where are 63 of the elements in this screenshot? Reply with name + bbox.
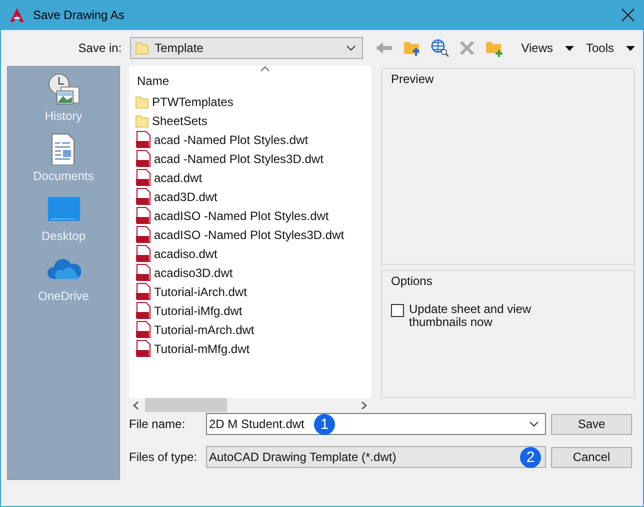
file-item[interactable]: acadISO -Named Plot Styles.dwt (135, 206, 371, 225)
app-logo-icon (9, 7, 25, 23)
chevron-down-icon (529, 421, 539, 427)
file-item[interactable]: Tutorial-mArch.dwt (135, 320, 371, 339)
file-item[interactable]: acad -Named Plot Styles3D.dwt (135, 149, 371, 168)
drawing-file-icon (135, 188, 151, 205)
drawing-file-icon (135, 245, 151, 262)
close-icon[interactable] (621, 8, 635, 22)
cancel-button[interactable]: Cancel (551, 446, 632, 468)
file-item[interactable]: acad -Named Plot Styles.dwt (135, 130, 371, 149)
file-item[interactable]: PTWTemplates (135, 92, 371, 111)
file-item[interactable]: Tutorial-mMfg.dwt (135, 339, 371, 358)
save-in-dropdown[interactable]: Template (130, 37, 364, 59)
column-header[interactable]: Name (137, 72, 371, 92)
options-title: Options (391, 274, 434, 288)
checkbox[interactable] (391, 304, 404, 317)
file-name-field[interactable]: 2D M Student.dwt 1 (206, 413, 546, 435)
history-icon (46, 73, 80, 105)
folder-up-icon[interactable] (403, 39, 422, 57)
file-item[interactable]: SheetSets (135, 111, 371, 130)
step-marker: 2 (520, 447, 541, 468)
dropdown-arrow-icon (564, 46, 574, 50)
globe-search-icon[interactable] (431, 39, 450, 57)
step-marker: 1 (314, 414, 335, 435)
toolbar-menu[interactable]: Tools (586, 41, 635, 55)
file-item[interactable]: Tutorial-iMfg.dwt (135, 301, 371, 320)
sort-caret-icon (260, 66, 270, 72)
drawing-file-icon (135, 264, 151, 281)
file-item[interactable]: Tutorial-iArch.dwt (135, 282, 371, 301)
checkbox-label: Update sheet and view thumbnails now (409, 303, 532, 329)
dropdown-arrow-icon (626, 46, 635, 50)
drawing-file-icon (135, 283, 151, 300)
file-name-label: File name: (129, 417, 186, 431)
drawing-file-icon (135, 340, 151, 357)
save-in-label: Save in: (77, 41, 123, 55)
file-item[interactable]: acad.dwt (135, 168, 371, 187)
drawing-file-icon (135, 150, 151, 167)
drawing-file-icon (135, 169, 151, 186)
drawing-file-icon (135, 302, 151, 319)
folder-icon (135, 112, 149, 128)
file-item[interactable]: acadiso.dwt (135, 244, 371, 263)
drawing-file-icon (135, 226, 151, 243)
file-type-dropdown[interactable]: AutoCAD Drawing Template (*.dwt) 2 (206, 446, 546, 468)
file-type-label: Files of type: (129, 450, 198, 464)
file-item[interactable]: acadISO -Named Plot Styles3D.dwt (135, 225, 371, 244)
file-item[interactable]: acadiso3D.dwt (135, 263, 371, 282)
toolbar-menu[interactable]: Views (521, 41, 574, 55)
folder-icon (134, 40, 149, 56)
file-list[interactable] (129, 66, 371, 412)
scrollbar-thumb[interactable] (145, 398, 227, 412)
file-item[interactable]: acad3D.dwt (135, 187, 371, 206)
drawing-file-icon (135, 321, 151, 338)
preview-title: Preview (391, 72, 435, 86)
drawing-file-icon (135, 131, 151, 148)
window-title: Save Drawing As (33, 8, 126, 22)
drawing-file-icon (135, 207, 151, 224)
scroll-right-icon[interactable] (361, 400, 367, 410)
folder-icon (135, 94, 149, 110)
scroll-left-icon[interactable] (133, 400, 139, 410)
chevron-down-icon (346, 45, 356, 51)
save-in-value: Template (154, 41, 204, 55)
new-folder-icon[interactable] (485, 39, 504, 57)
save-button[interactable]: Save (551, 414, 632, 434)
